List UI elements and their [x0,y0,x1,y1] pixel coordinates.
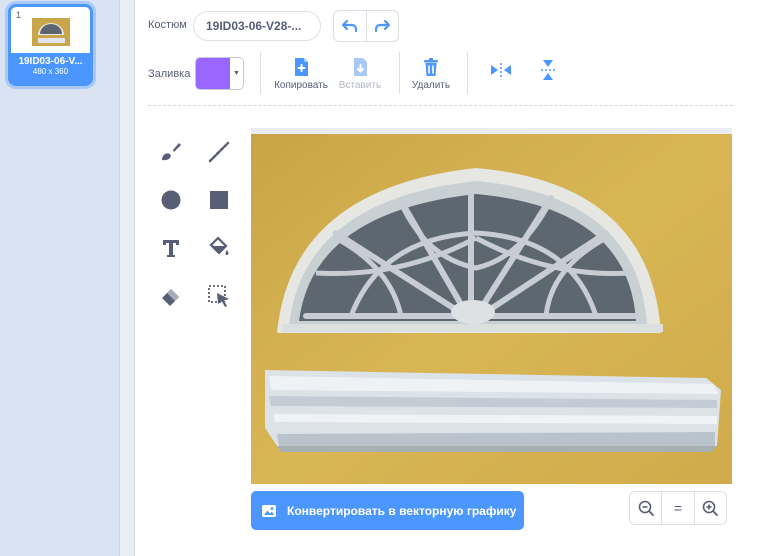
paste-button[interactable]: Вставить [334,57,386,91]
paint-editor: 1 19ID03-06-V... 480 x 360 Костюм 19ID03… [0,0,778,556]
zoom-reset-button[interactable]: = [661,492,693,524]
costume-name: 19ID03-06-V... [18,56,83,67]
zoom-controls: = [629,491,727,525]
copy-button[interactable]: Копировать [272,57,330,91]
rectangle-icon [210,191,228,209]
costume-size: 480 x 360 [32,67,69,76]
line-icon [208,141,230,163]
paste-icon [354,58,367,76]
zoom-in-icon [703,500,719,516]
fill-label: Заливка [148,68,191,80]
costume-thumbnail [32,18,70,46]
redo-button[interactable] [365,11,399,41]
select-tool[interactable] [205,282,233,310]
zoom-out-button[interactable] [630,492,661,524]
circle-icon [161,190,181,210]
eraser-icon [162,289,179,306]
toolbar-separator [148,105,733,106]
select-icon [208,285,229,307]
costume-list: 1 19ID03-06-V... 480 x 360 [0,0,119,556]
fill-icon [209,236,229,255]
costume-tile[interactable]: 1 19ID03-06-V... 480 x 360 [8,4,93,86]
redo-icon [375,20,391,32]
undo-button[interactable] [334,11,366,41]
text-icon [163,240,179,257]
fill-tool[interactable] [205,234,233,262]
image-icon [262,504,276,517]
canvas-edge [251,484,732,488]
rectangle-tool[interactable] [205,186,233,214]
delete-label: Удалить [411,80,451,91]
paste-label: Вставить [338,80,382,91]
flip-vertical-button[interactable] [534,59,562,84]
undo-redo-group [333,10,399,42]
toolbar-divider [399,52,400,94]
costume-number: 1 [16,10,22,20]
line-tool[interactable] [205,138,233,166]
copy-icon [295,58,308,76]
toolbar-divider [467,52,468,94]
paint-canvas[interactable] [251,128,732,488]
brush-tool[interactable] [157,138,185,166]
flip-vertical-icon [541,60,555,80]
circle-tool[interactable] [157,186,185,214]
convert-label: Конвертировать в векторную графику [287,503,517,518]
divider-strip [119,0,135,556]
flip-horizontal-button[interactable] [487,62,515,81]
zoom-in-button[interactable] [693,492,726,524]
undo-icon [341,20,357,32]
text-tool[interactable] [157,234,185,262]
costume-footer: 19ID03-06-V... 480 x 360 [11,53,90,83]
fill-color-swatch [196,58,230,89]
trash-icon [424,58,438,76]
flip-horizontal-icon [491,63,511,77]
caret-down-icon: ▼ [233,70,240,77]
toolbar-divider [260,52,261,94]
fill-color-picker[interactable]: ▼ [195,57,244,90]
delete-button[interactable]: Удалить [408,57,454,91]
costume-name-input[interactable]: 19ID03-06-V28-... [193,11,321,41]
copy-label: Копировать [274,80,328,91]
costume-label: Костюм [148,19,187,31]
eraser-tool[interactable] [157,282,185,310]
zoom-out-icon [638,500,654,516]
window-photo [251,128,732,488]
convert-to-vector-button[interactable]: Конвертировать в векторную графику [251,491,524,530]
brush-icon [162,143,181,161]
